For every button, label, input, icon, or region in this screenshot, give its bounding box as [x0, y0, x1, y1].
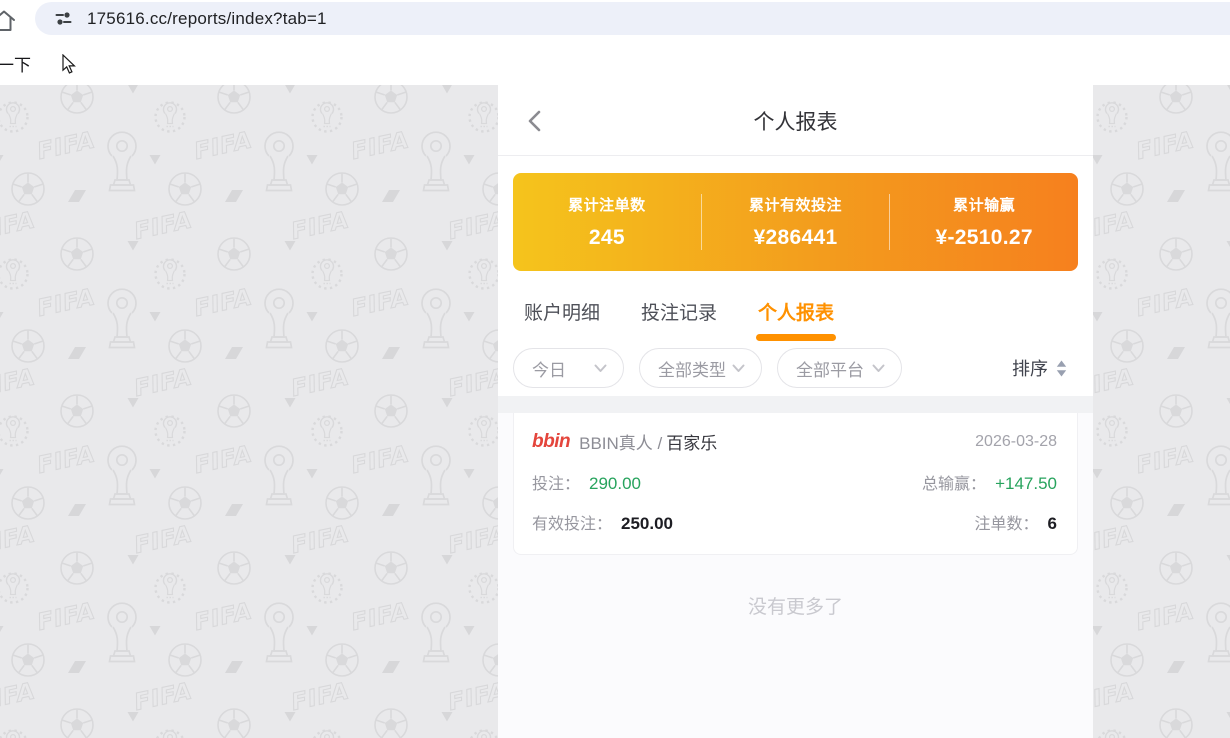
personal-report-panel: 个人报表 累计注单数 245 累计有效投注 ¥286441 累计输赢 ¥-251… [498, 85, 1093, 738]
tab-label: 个人报表 [758, 303, 834, 324]
winloss-value: +147.50 [995, 474, 1057, 494]
home-icon[interactable] [0, 8, 17, 34]
sort-label: 排序 [1012, 355, 1048, 381]
mouse-cursor-icon [62, 54, 78, 76]
winloss-amount: 总输赢： +147.50 [922, 470, 1057, 494]
report-record-card[interactable]: bbin BBIN真人 / 百家乐 2026-03-28 投注： 290.00 … [513, 413, 1078, 555]
stat-value: ¥286441 [702, 226, 890, 250]
chevron-down-icon [594, 364, 607, 373]
stat-total-valid-bets: 累计有效投注 ¥286441 [702, 194, 890, 250]
browser-chrome: 175616.cc/reports/index?tab=1 一下 [0, 0, 1230, 85]
stat-label: 累计输赢 [890, 194, 1078, 215]
bet-value: 290.00 [589, 474, 641, 494]
summary-stats-card: 累计注单数 245 累计有效投注 ¥286441 累计输赢 ¥-2510.27 [513, 173, 1078, 271]
dropdown-label: 全部平台 [796, 356, 864, 381]
record-row: 有效投注： 250.00 注单数： 6 [532, 510, 1057, 534]
section-divider [498, 396, 1093, 413]
chevron-down-icon [732, 364, 745, 373]
sort-button[interactable]: 排序 [1012, 355, 1067, 381]
stat-label: 累计有效投注 [702, 194, 890, 215]
url-text[interactable]: 175616.cc/reports/index?tab=1 [87, 9, 327, 29]
tab-personal-report[interactable]: 个人报表 [758, 298, 834, 341]
bet-count-label: 注单数： [975, 510, 1039, 534]
tab-bet-records[interactable]: 投注记录 [641, 298, 717, 341]
winloss-label: 总输赢： [922, 470, 986, 494]
bet-count: 注单数： 6 [975, 510, 1057, 534]
stat-value: 245 [513, 226, 701, 250]
dropdown-label: 今日 [532, 356, 566, 381]
bet-count-value: 6 [1048, 514, 1057, 534]
bet-amount: 投注： 290.00 [532, 470, 641, 494]
panel-header: 个人报表 [498, 85, 1093, 156]
record-date: 2026-03-28 [975, 433, 1057, 451]
stat-label: 累计注单数 [513, 194, 701, 215]
tabs: 账户明细 投注记录 个人报表 [498, 298, 1093, 341]
stat-value: ¥-2510.27 [890, 226, 1078, 250]
partial-page-text: 一下 [0, 51, 31, 76]
sort-arrows-icon [1056, 360, 1067, 377]
platform-filter-dropdown[interactable]: 全部平台 [777, 348, 902, 388]
address-bar[interactable]: 175616.cc/reports/index?tab=1 [35, 2, 1230, 35]
valid-bet-label: 有效投注： [532, 510, 612, 534]
stat-total-winloss: 累计输赢 ¥-2510.27 [890, 194, 1078, 250]
spacer [498, 388, 1093, 396]
tab-account-details[interactable]: 账户明细 [524, 298, 600, 341]
valid-bet-amount: 有效投注： 250.00 [532, 510, 673, 534]
no-more-text: 没有更多了 [513, 555, 1078, 619]
chevron-down-icon [872, 364, 885, 373]
site-settings-icon[interactable] [54, 9, 73, 28]
dropdown-label: 全部类型 [658, 356, 726, 381]
record-row: 投注： 290.00 总输赢： +147.50 [532, 470, 1057, 494]
record-provider: BBIN真人 / [579, 429, 662, 454]
bbin-logo: bbin [532, 431, 570, 453]
stat-total-bet-count: 累计注单数 245 [513, 194, 701, 250]
valid-bet-value: 250.00 [621, 514, 673, 534]
filter-row: 今日 全部类型 全部平台 排序 [498, 341, 1093, 388]
date-filter-dropdown[interactable]: 今日 [513, 348, 624, 388]
record-header: bbin BBIN真人 / 百家乐 2026-03-28 [532, 429, 1057, 454]
active-tab-underline [756, 334, 836, 341]
page-title: 个人报表 [498, 85, 1093, 156]
record-game: 百家乐 [666, 429, 717, 454]
report-list: bbin BBIN真人 / 百家乐 2026-03-28 投注： 290.00 … [498, 413, 1093, 738]
bet-label: 投注： [532, 470, 580, 494]
type-filter-dropdown[interactable]: 全部类型 [639, 348, 762, 388]
